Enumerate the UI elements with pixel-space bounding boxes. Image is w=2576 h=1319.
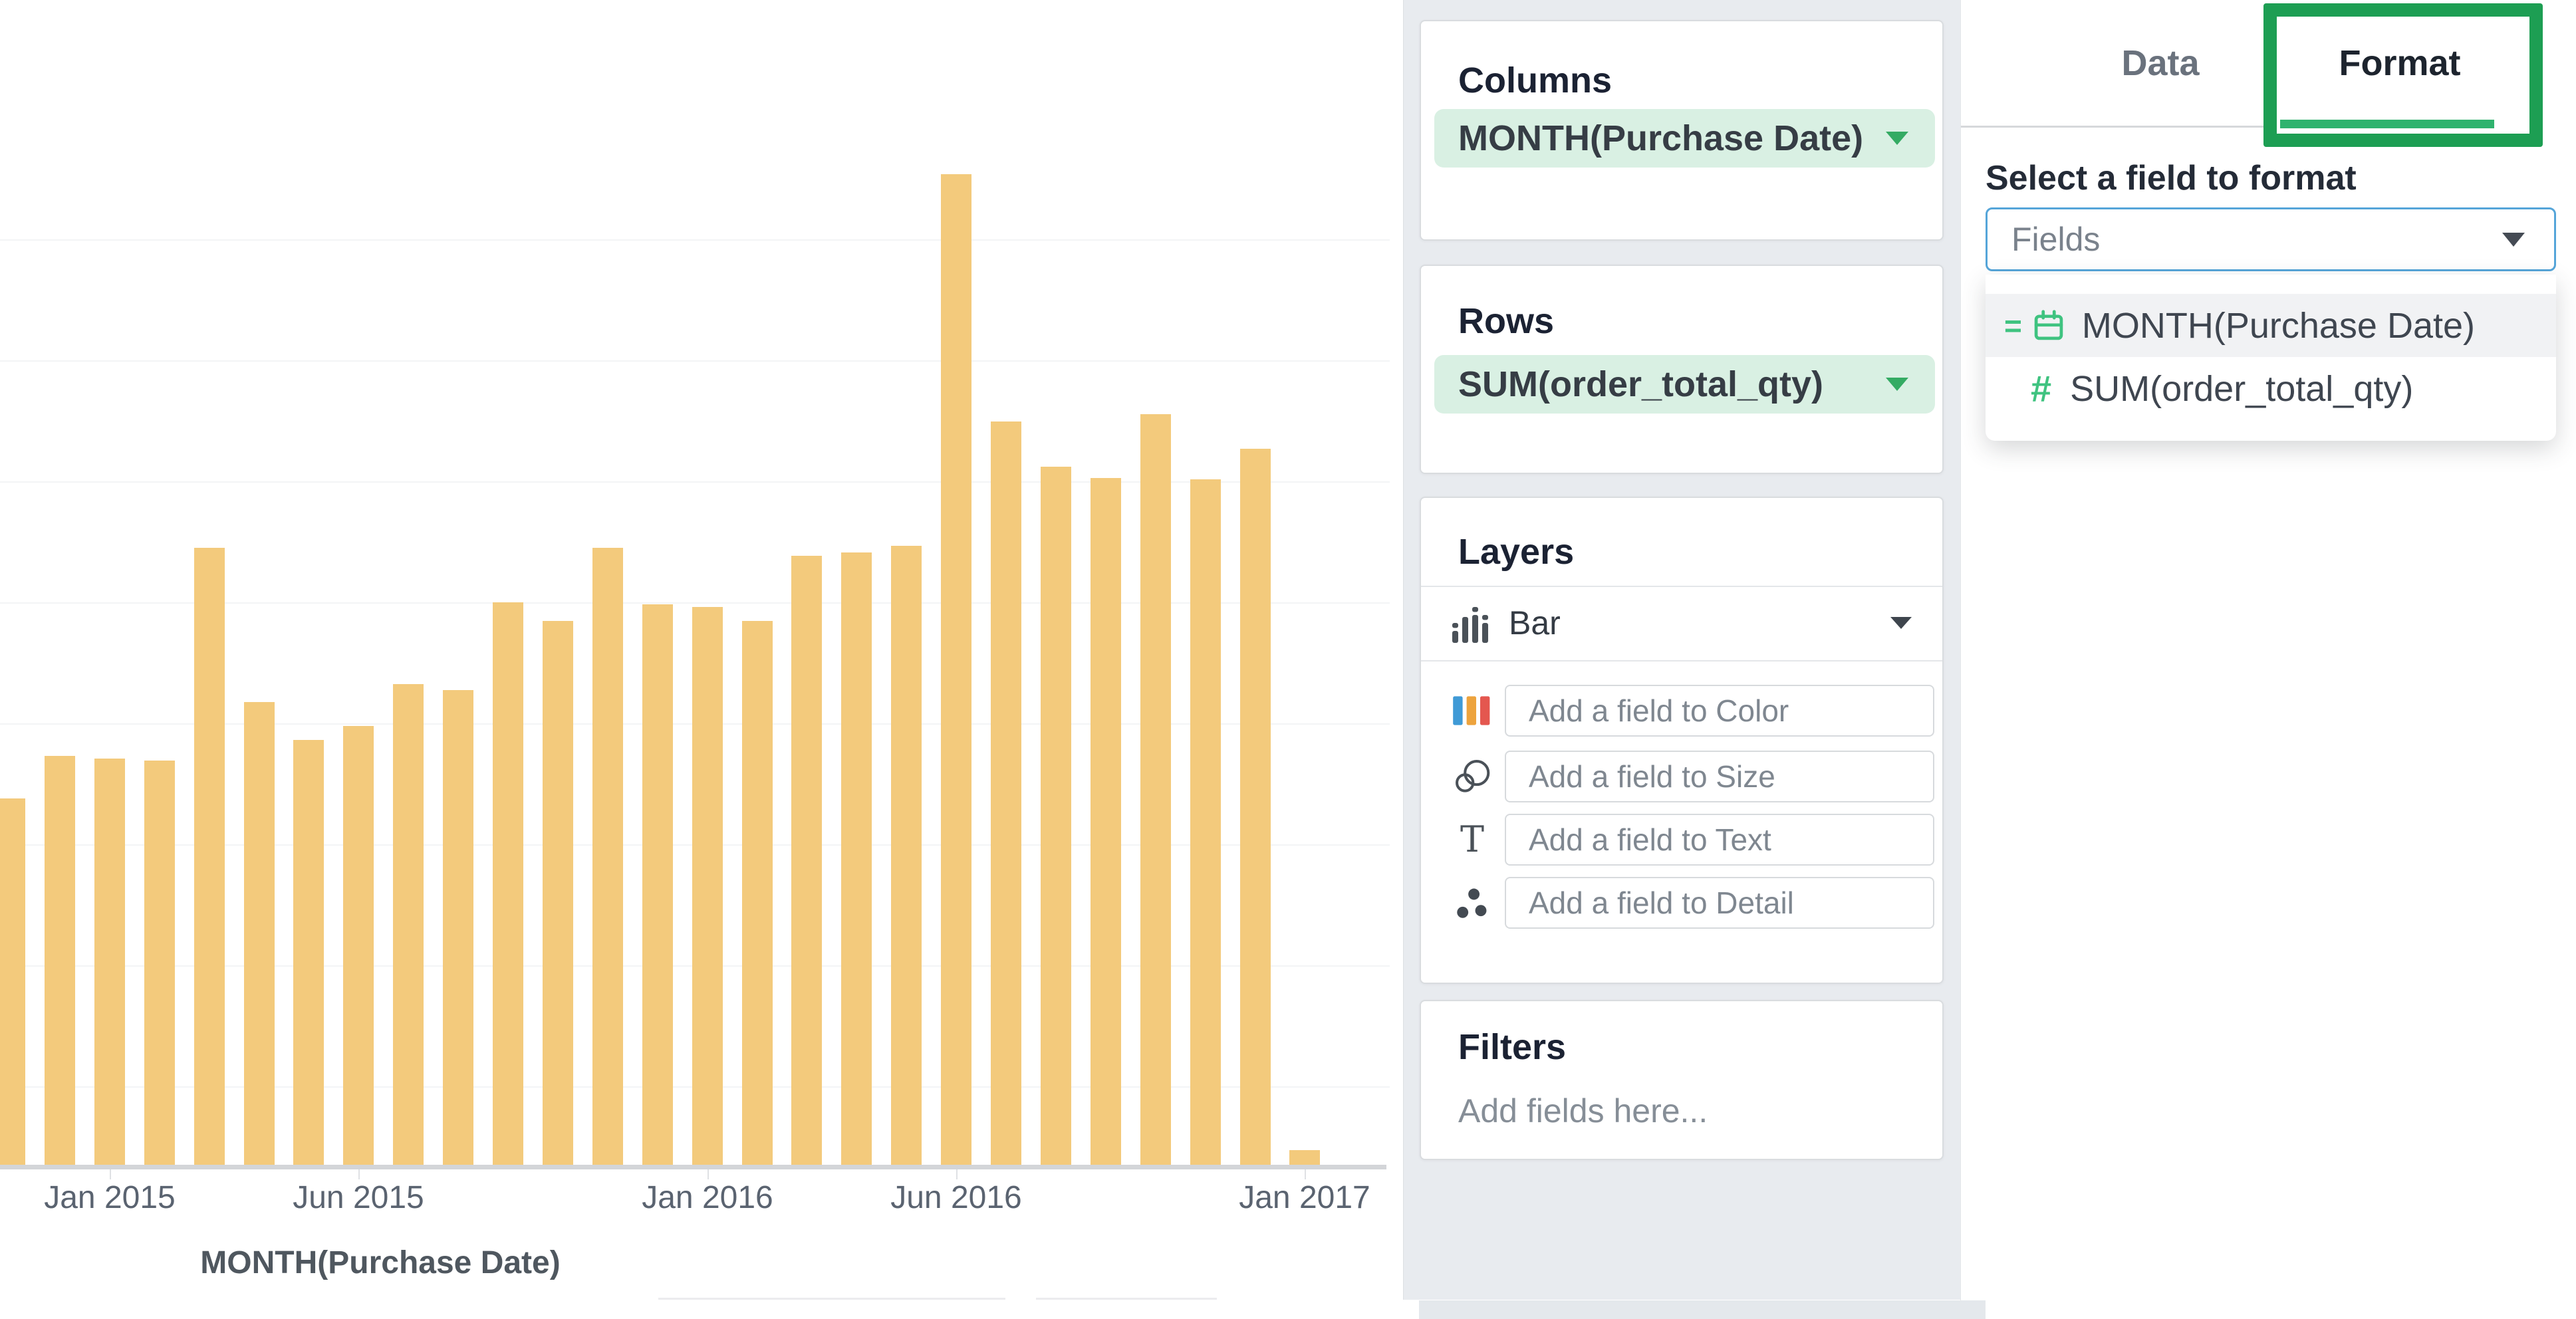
fields-dropdown-value: Fields	[2011, 221, 2101, 258]
bar-oct-2015[interactable]	[543, 621, 573, 1165]
format-panel: Data Format Select a field to format Fie…	[1960, 0, 2576, 1319]
filters-card[interactable]: Filters Add fields here...	[1420, 1000, 1944, 1160]
chart-canvas: MONTH(Purchase Date) Jan 2015 Jun 2015 Jan…	[0, 0, 1390, 1319]
green-highlight-annotation	[2263, 3, 2543, 147]
layers-card-title: Layers	[1458, 532, 1575, 572]
gridline	[0, 360, 1390, 362]
chevron-down-icon[interactable]	[1886, 378, 1908, 391]
panel-scroll-strip	[1419, 1300, 1986, 1319]
menu-item-month-purchase-date[interactable]: = MONTH(Purchase Date)	[1986, 294, 2556, 357]
rows-field-pill[interactable]: SUM(order_total_qty)	[1434, 355, 1935, 414]
layer-type-dropdown[interactable]: Bar	[1421, 587, 1942, 659]
bar-sep-2016[interactable]	[1091, 478, 1121, 1165]
detail-field-input[interactable]	[1505, 877, 1934, 929]
bar-dec-2014[interactable]	[45, 756, 75, 1165]
chevron-down-icon[interactable]	[2502, 232, 2525, 247]
bar-dec-2016[interactable]	[1240, 449, 1271, 1165]
calendar-icon	[2031, 308, 2066, 343]
bar-jan-2017[interactable]	[1289, 1150, 1320, 1165]
x-tick-label: Jun 2016	[890, 1180, 1022, 1215]
select-field-heading: Select a field to format	[1986, 159, 2357, 197]
text-field-input[interactable]	[1505, 814, 1934, 866]
menu-item-sum-order-total-qty[interactable]: # SUM(order_total_qty)	[1986, 357, 2556, 420]
bar-chart-icon	[1448, 597, 1497, 649]
bar-chart-plot	[0, 0, 1390, 1165]
columns-shelf: Columns MONTH(Purchase Date)	[1420, 20, 1944, 241]
x-axis-tick	[110, 1169, 111, 1179]
x-axis-tick	[358, 1169, 360, 1179]
bar-sep-2015[interactable]	[493, 602, 523, 1165]
rows-field-label: SUM(order_total_qty)	[1458, 364, 1824, 404]
layers-card: Layers Bar Add a field to Color Add a fi…	[1420, 497, 1944, 984]
detail-dots-icon	[1448, 877, 1497, 929]
chevron-down-icon[interactable]	[1890, 617, 1912, 629]
menu-item-label: SUM(order_total_qty)	[2070, 368, 2414, 409]
bar-nov-2014[interactable]	[0, 798, 25, 1165]
text-T-icon: T	[1460, 818, 1485, 860]
shelf-panel: Columns MONTH(Purchase Date) Rows SUM(or…	[1403, 0, 1961, 1300]
rows-shelf: Rows SUM(order_total_qty)	[1420, 265, 1944, 474]
x-tick-label: Jan 2015	[44, 1180, 176, 1215]
chevron-down-icon[interactable]	[1886, 132, 1908, 145]
columns-shelf-title: Columns	[1458, 60, 1612, 100]
bar-mar-2015[interactable]	[194, 548, 225, 1165]
equals-icon: =	[2004, 308, 2022, 343]
filters-card-title: Filters	[1458, 1027, 1567, 1067]
bar-jun-2016[interactable]	[941, 174, 971, 1165]
fields-dropdown-menu: = MONTH(Purchase Date) # SUM(order_total…	[1986, 275, 2556, 441]
size-field-input[interactable]	[1505, 751, 1934, 802]
detail-drop-zone	[1421, 877, 1942, 929]
bar-may-2015[interactable]	[293, 740, 324, 1165]
divider	[1421, 660, 1942, 661]
bar-nov-2015[interactable]	[592, 548, 623, 1165]
columns-field-pill[interactable]: MONTH(Purchase Date)	[1434, 109, 1935, 168]
x-tick-label: Jan 2017	[1239, 1180, 1370, 1215]
gridline	[0, 481, 1390, 483]
x-axis-line	[0, 1165, 1386, 1169]
bar-jan-2015[interactable]	[94, 759, 125, 1165]
bar-jul-2015[interactable]	[393, 684, 424, 1165]
menu-item-label: MONTH(Purchase Date)	[2081, 305, 2476, 346]
table-header-underline	[658, 1298, 1005, 1300]
color-bars-icon	[1448, 685, 1497, 737]
filters-placeholder: Add fields here...	[1458, 1092, 1708, 1130]
bar-jun-2015[interactable]	[343, 726, 374, 1165]
bar-apr-2016[interactable]	[841, 552, 872, 1165]
x-axis-tick	[708, 1169, 709, 1179]
x-axis-tick	[1305, 1169, 1306, 1179]
bar-jan-2016[interactable]	[692, 607, 723, 1165]
bar-nov-2016[interactable]	[1190, 479, 1221, 1165]
text-drop-zone: T	[1421, 814, 1942, 866]
columns-field-label: MONTH(Purchase Date)	[1458, 118, 1864, 158]
bar-oct-2016[interactable]	[1140, 414, 1171, 1165]
layer-type-label: Bar	[1509, 604, 1561, 642]
bar-aug-2015[interactable]	[443, 690, 473, 1165]
x-axis-title: MONTH(Purchase Date)	[200, 1245, 561, 1280]
size-circles-icon	[1448, 751, 1497, 802]
bar-feb-2015[interactable]	[144, 761, 175, 1165]
fields-dropdown[interactable]: Fields	[1986, 207, 2556, 271]
table-header-underline	[1036, 1298, 1217, 1300]
bar-aug-2016[interactable]	[1041, 467, 1071, 1165]
tabbar-divider	[1961, 126, 2264, 128]
gridline	[0, 239, 1390, 241]
bar-may-2016[interactable]	[891, 546, 922, 1165]
hash-icon: #	[2031, 367, 2052, 410]
size-drop-zone	[1421, 751, 1942, 802]
color-drop-zone	[1421, 685, 1942, 737]
color-field-input[interactable]	[1505, 685, 1934, 737]
tab-data[interactable]: Data	[2041, 0, 2280, 126]
chart-builder-app: MONTH(Purchase Date) Jan 2015 Jun 2015 Jan…	[0, 0, 2576, 1319]
bar-feb-2016[interactable]	[742, 621, 773, 1165]
bar-apr-2015[interactable]	[244, 702, 275, 1165]
x-tick-label: Jun 2015	[293, 1180, 424, 1215]
rows-shelf-title: Rows	[1458, 301, 1555, 341]
x-axis-tick	[956, 1169, 958, 1179]
bar-jul-2016[interactable]	[991, 421, 1021, 1165]
x-tick-label: Jan 2016	[642, 1180, 773, 1215]
bar-dec-2015[interactable]	[642, 604, 673, 1165]
bar-mar-2016[interactable]	[791, 556, 822, 1165]
